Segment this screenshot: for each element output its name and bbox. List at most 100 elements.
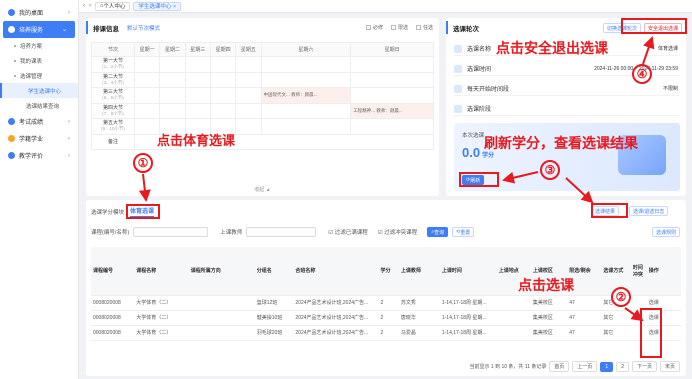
table-header: 课程名称 xyxy=(134,247,189,296)
table-cell: 2 xyxy=(378,295,399,311)
table-cell xyxy=(496,310,531,326)
table-cell: 唐晓华 xyxy=(398,310,440,326)
table-cell: 47 xyxy=(567,295,602,311)
table-header: 星期五 xyxy=(235,42,262,57)
table-cell xyxy=(496,325,531,341)
period-cell: 第五大节 (9、10小节) xyxy=(91,118,135,135)
table-header: 星期一 xyxy=(133,42,161,57)
sidebar-item-training[interactable]: 培养服务 ⌄ xyxy=(3,21,75,38)
table-cell: 其它 xyxy=(601,325,631,341)
legend-optional[interactable]: 任选 xyxy=(415,24,433,31)
course-table: 课程编号 课程名称 课程所属方向 分组名 合班名称 学分 上课教师 上课时间 上课地点 上课校区限… xyxy=(91,247,681,341)
table-cell: 2024产品艺术设计班,2024广告... xyxy=(293,310,379,326)
schedule-table: 节次 星期一 星期二 星期三 星期四 星期五 星期六 星期日 第一大节 (1、2小… xyxy=(91,42,434,150)
chevron-right-icon: › xyxy=(68,135,70,142)
course-cell[interactable]: 中国现代文... 教师：颜晨... xyxy=(260,87,352,104)
annotation-box-result xyxy=(591,203,628,218)
table-row: 0008020008 大学体育（二） 羽毛球20班 2024产品艺术设计班,2024广… xyxy=(91,325,681,341)
teacher-input[interactable] xyxy=(246,227,317,237)
next-page-button[interactable]: 下一页 xyxy=(631,361,657,372)
table-cell: 0008020008 xyxy=(91,325,135,341)
annotation-box-select xyxy=(640,308,662,358)
daily-time-row: 每天开始时间段 不限制 xyxy=(454,82,680,96)
legend-required[interactable]: 必修 xyxy=(365,24,383,31)
last-page-button[interactable]: 末页 xyxy=(659,361,680,372)
sidebar-item-select-result[interactable]: 选课结果查询 xyxy=(0,98,78,113)
reset-button[interactable]: ⟲ 重置 xyxy=(452,227,475,237)
table-header: 星期日 xyxy=(350,42,434,57)
annotation-text-2: 点击选课 xyxy=(518,277,574,293)
annotation-text-1: 点击体育选课 xyxy=(157,133,236,148)
table-cell: 0008020008 xyxy=(91,310,135,326)
sidebar-sub-course-mgmt[interactable]: 选课管理 xyxy=(0,68,78,83)
table-cell: 47 xyxy=(567,325,602,341)
table-cell: 1-14,17-18周 星期... xyxy=(439,325,497,341)
table-header: 课程所属方向 xyxy=(188,247,255,296)
sidebar-sub-schedule[interactable]: 我的课表 xyxy=(0,53,78,68)
table-cell: 集美校区 xyxy=(530,310,568,326)
table-cell: 2 xyxy=(378,325,399,341)
chevron-right-icon: › xyxy=(68,9,70,16)
table-header: 星期四 xyxy=(209,42,237,57)
table-cell xyxy=(188,325,255,341)
fold-toggle[interactable]: 收起 ▲ xyxy=(86,186,439,193)
exam-icon xyxy=(8,118,15,125)
course-input[interactable] xyxy=(133,227,209,237)
select-stage-row: 选课阶段 xyxy=(454,102,680,116)
period-cell: 备注 xyxy=(91,133,135,150)
table-header: 合班名称 xyxy=(293,247,379,296)
course-list-panel: 选课学分模块 体育选课 选课结果 选课/退选日志 课程(编号/名称) 上课教师 … xyxy=(86,200,686,376)
table-header: 节次 xyxy=(91,42,135,57)
sidebar-sub-plan[interactable]: 培养方案 xyxy=(0,38,78,53)
sidebar-item-status[interactable]: 学籍学业 › xyxy=(0,130,78,147)
page-2-button[interactable]: 2 xyxy=(616,361,629,372)
table-cell: 大学体育（二） xyxy=(134,310,189,326)
sidebar-item-exam[interactable]: 考试成绩 › xyxy=(0,113,78,130)
mode-toggle[interactable]: 默认节次模式 xyxy=(127,24,160,32)
annotation-text-4: 点击安全退出选课 xyxy=(496,40,608,56)
status-icon xyxy=(8,135,15,142)
table-cell: 2 xyxy=(378,310,399,326)
annotation-number-3: ③ xyxy=(540,160,560,180)
pagination: 当前显示 1 到 10 条，共 11 条记录 首页 上一页 1 2 下一页 末页 xyxy=(470,361,680,372)
sidebar-item-select-center[interactable]: 学生选课中心 xyxy=(0,83,78,98)
prev-page-button[interactable]: 上一页 xyxy=(572,361,598,372)
eval-icon xyxy=(8,152,15,159)
table-cell: 苏文秀 xyxy=(398,295,440,311)
table-row: 0008020008 大学体育（二） 篮球12班 2024产品艺术设计班,2024广告… xyxy=(91,295,681,311)
name-icon xyxy=(454,44,462,53)
select-rule-button[interactable]: 选课规则 xyxy=(651,227,680,237)
table-cell: 1-14,17-18周 星期... xyxy=(439,310,497,326)
annotation-text-3: 刷新学分，查看选课结果 xyxy=(484,135,638,151)
tab-home[interactable]: ⌂ 个人中心 xyxy=(95,1,131,11)
select-log-button[interactable]: 选课/退选日志 xyxy=(629,206,669,216)
table-cell: 大学体育（二） xyxy=(134,295,189,311)
period-cell: 第二大节 (3、4小节) xyxy=(91,71,135,88)
filter-full-checkbox[interactable]: ☑ 过滤已满课程 xyxy=(328,228,367,236)
sidebar-item-desktop[interactable]: 我的桌面 › xyxy=(0,4,78,21)
filter-conflict-checkbox[interactable]: ☑ 过滤冲突课程 xyxy=(378,228,417,236)
table-row: 0008020008 大学体育（二） 健美操10班 2024产品艺术设计班,2024广… xyxy=(91,310,681,326)
query-button[interactable]: ⌕ 查询 xyxy=(427,227,449,237)
table-header: 上课教师 xyxy=(398,247,440,296)
legend-limited[interactable]: 限选 xyxy=(390,24,408,31)
table-cell xyxy=(188,310,255,326)
topbar: ‹ › ⌂ 个人中心 学生选课中心 × xyxy=(79,0,692,13)
first-page-button[interactable]: 首页 xyxy=(549,361,570,372)
course-cell[interactable]: 工程精神... 教师：颜晨... xyxy=(350,102,434,119)
table-cell: 其它 xyxy=(601,310,631,326)
table-cell: 集美校区 xyxy=(530,295,568,311)
stage-icon xyxy=(454,104,462,113)
table-cell xyxy=(188,295,255,311)
chevron-right-icon: › xyxy=(68,118,70,125)
back-icon[interactable]: ‹ xyxy=(83,3,85,9)
table-cell: 2024产品艺术设计班,2024广告... xyxy=(293,295,379,311)
table-header: 上课时间 xyxy=(439,247,497,296)
forward-icon[interactable]: › xyxy=(89,3,91,9)
tab-select-center[interactable]: 学生选课中心 × xyxy=(133,1,182,11)
annotation-number-1: ① xyxy=(133,153,153,173)
table-header: 课程编号 xyxy=(91,247,135,296)
table-header: 星期二 xyxy=(159,42,186,57)
sidebar-item-eval[interactable]: 教学评价 › xyxy=(0,147,78,164)
page-1-button[interactable]: 1 xyxy=(600,361,614,372)
